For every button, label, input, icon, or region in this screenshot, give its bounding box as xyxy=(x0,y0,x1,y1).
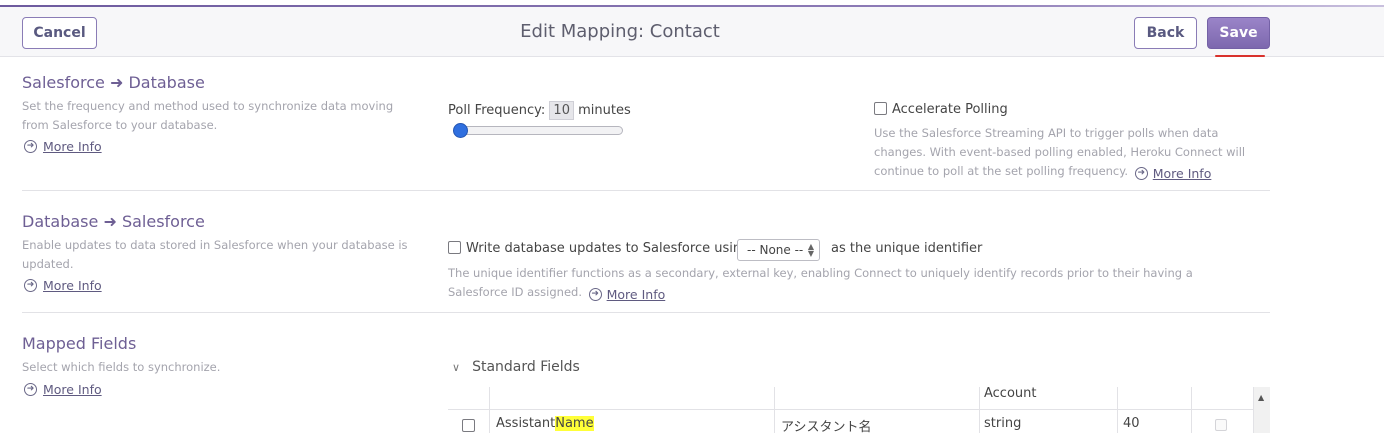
section-title-sf-to-db: Salesforce ➜ Database xyxy=(22,73,205,92)
table-col-divider xyxy=(774,387,775,433)
circle-arrow-icon: ➜ xyxy=(24,140,37,153)
save-annotation-underline xyxy=(1215,55,1265,57)
section-description: Enable updates to data stored in Salesfo… xyxy=(22,238,408,271)
unique-identifier-suffix: as the unique identifier xyxy=(831,241,983,256)
identifier-more-info-link[interactable]: ➜ More Info xyxy=(586,285,665,304)
poll-frequency: Poll Frequency: 10 minutes xyxy=(448,101,631,120)
table-col-divider xyxy=(1191,387,1192,433)
up-down-chevron-icon: ▲ ▼ xyxy=(807,242,814,258)
circle-arrow-icon: ➜ xyxy=(1134,167,1148,180)
scroll-up-arrow-icon[interactable]: ▲ xyxy=(1258,393,1264,402)
write-updates-label: Write database updates to Salesforce usi… xyxy=(466,241,750,256)
poll-frequency-slider[interactable] xyxy=(458,126,623,135)
page-header: Cancel Edit Mapping: Contact Back Save xyxy=(0,7,1384,57)
table-col-divider xyxy=(979,387,980,433)
accelerate-polling-description: Use the Salesforce Streaming API to trig… xyxy=(874,126,1246,183)
accelerate-polling-checkbox[interactable] xyxy=(874,102,887,115)
section-title-db-to-sf: Database ➜ Salesforce xyxy=(22,212,205,231)
table-col-divider xyxy=(489,387,490,433)
more-info-link[interactable]: ➜ More Info xyxy=(24,139,102,154)
section-description: Set the frequency and method used to syn… xyxy=(22,99,394,132)
field-api-name: AssistantName xyxy=(496,416,594,431)
page-title: Edit Mapping: Contact xyxy=(520,21,720,42)
field-option-checkbox[interactable] xyxy=(1215,419,1227,431)
poll-frequency-unit: minutes xyxy=(578,103,631,118)
more-info-link[interactable]: ➜ More Info xyxy=(24,382,102,397)
section-divider xyxy=(22,190,1270,191)
accelerate-more-info-link[interactable]: ➜ More Info xyxy=(1132,164,1211,183)
arrow-right-icon: ➜ xyxy=(103,212,117,231)
poll-frequency-label: Poll Frequency: xyxy=(448,103,546,118)
circle-arrow-icon: ➜ xyxy=(24,279,37,292)
section-description: Select which fields to synchronize. xyxy=(22,360,221,374)
section-divider xyxy=(22,312,1270,313)
section-title-mapped-fields: Mapped Fields xyxy=(22,334,137,353)
table-scrollbar[interactable]: ▲ xyxy=(1253,387,1270,433)
arrow-right-icon: ➜ xyxy=(109,73,124,92)
back-button[interactable]: Back xyxy=(1134,17,1197,49)
poll-frequency-slider-handle[interactable] xyxy=(453,123,468,138)
chevron-down-icon: ∨ xyxy=(452,360,461,374)
write-updates-checkbox[interactable] xyxy=(448,241,461,254)
unique-identifier-select[interactable]: -- None -- ▲ ▼ xyxy=(737,239,820,261)
table-col-divider xyxy=(1117,387,1118,433)
identifier-description: The unique identifier functions as a sec… xyxy=(448,266,1193,304)
field-type: string xyxy=(984,416,1022,431)
circle-arrow-icon: ➜ xyxy=(588,288,602,301)
field-select-checkbox[interactable] xyxy=(462,419,475,432)
save-button[interactable]: Save xyxy=(1207,17,1270,49)
top-accent-bar xyxy=(0,0,1384,7)
field-label: アシスタント名 xyxy=(781,420,872,433)
accelerate-polling-label: Accelerate Polling xyxy=(892,102,1008,117)
standard-fields-toggle[interactable]: ∨ Standard Fields xyxy=(452,359,580,375)
more-info-link[interactable]: ➜ More Info xyxy=(24,278,102,293)
column-header: Account xyxy=(984,386,1037,401)
field-length: 40 xyxy=(1123,416,1140,431)
poll-frequency-value: 10 xyxy=(549,101,574,120)
circle-arrow-icon: ➜ xyxy=(24,383,37,396)
table-row-divider xyxy=(448,409,1253,410)
